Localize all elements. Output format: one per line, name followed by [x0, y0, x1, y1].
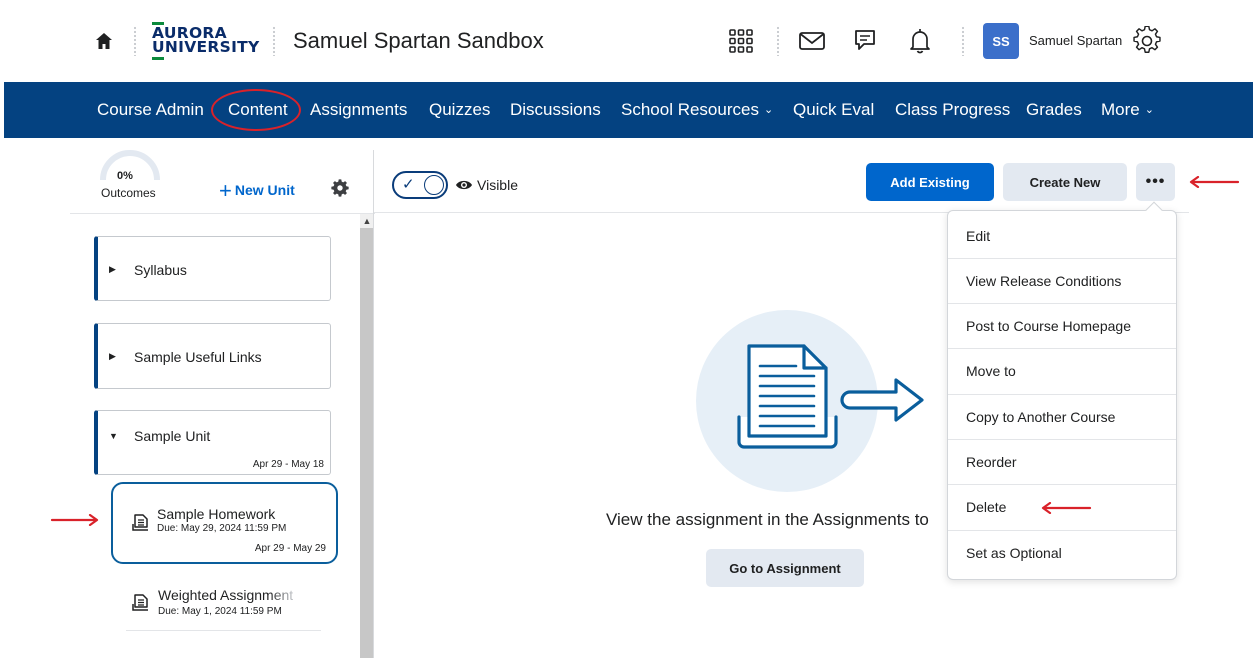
course-title[interactable]: Samuel Spartan Sandbox [293, 28, 544, 54]
document-icon [132, 594, 148, 611]
outcomes-label[interactable]: Outcomes [101, 186, 156, 200]
nav-course-admin[interactable]: Course Admin [97, 100, 204, 120]
plus-icon: + [219, 178, 232, 203]
list-divider [126, 630, 321, 631]
toggle-knob [424, 175, 444, 195]
add-existing-button[interactable]: Add Existing [866, 163, 994, 201]
nav-quick-eval[interactable]: Quick Eval [793, 100, 874, 120]
caret-down-icon[interactable]: ▼ [109, 431, 118, 441]
menu-item-reorder[interactable]: Reorder [948, 439, 1176, 484]
panel-divider [373, 150, 374, 658]
settings-gear-icon[interactable] [331, 179, 349, 197]
nav-grades[interactable]: Grades [1026, 100, 1082, 120]
nav-quizzes[interactable]: Quizzes [429, 100, 490, 120]
create-new-button[interactable]: Create New [1003, 163, 1127, 201]
scroll-up-arrow-icon[interactable]: ▲ [360, 214, 374, 228]
mail-icon[interactable] [797, 26, 827, 56]
menu-item-view-release-conditions[interactable]: View Release Conditions [948, 258, 1176, 303]
topic-title: Weighted Assignment [158, 587, 294, 603]
menu-item-edit[interactable]: Edit [948, 213, 1176, 258]
menu-item-post-to-course-homepage[interactable]: Post to Course Homepage [948, 303, 1176, 348]
unit-dates: Apr 29 - May 18 [252, 459, 324, 470]
caret-right-icon[interactable]: ▶ [109, 351, 116, 362]
topic-dates: Apr 29 - May 29 [254, 543, 326, 554]
home-icon[interactable] [94, 31, 114, 51]
empty-state-message: View the assignment in the Assignments t… [606, 510, 929, 529]
chat-icon[interactable] [850, 26, 880, 56]
logo-line2: UNIVERSITY [152, 38, 260, 56]
topic-title: Sample Homework [157, 506, 276, 522]
unit-syllabus[interactable]: ▶ Syllabus [94, 236, 331, 301]
chevron-down-icon: ⌄ [763, 104, 774, 116]
caret-right-icon[interactable]: ▶ [109, 264, 116, 275]
header-separator [962, 26, 964, 56]
gear-icon[interactable] [1132, 26, 1162, 56]
course-navbar: Course Admin Content Assignments Quizzes… [4, 82, 1253, 138]
header-separator [134, 26, 136, 56]
nav-school-resources[interactable]: School Resources ⌄ [621, 100, 773, 120]
top-header: AURORA UNIVERSITY Samuel Spartan Sandbox… [0, 0, 1253, 82]
checkmark-icon: ✓ [402, 176, 415, 193]
header-separator [777, 26, 779, 56]
new-unit-button[interactable]: + New Unit [219, 178, 295, 204]
menu-item-move-to[interactable]: Move to [948, 348, 1176, 393]
menu-item-set-as-optional[interactable]: Set as Optional [948, 530, 1176, 575]
annotation-arrow-left-icon [1189, 176, 1240, 188]
sidebar-scrollbar[interactable] [360, 214, 374, 658]
avatar[interactable]: SS [983, 23, 1019, 59]
unit-sample-useful-links[interactable]: ▶ Sample Useful Links [94, 323, 331, 389]
annotation-arrow-left-icon [1041, 502, 1092, 514]
go-to-assignment-button[interactable]: Go to Assignment [706, 549, 864, 587]
outcomes-percent: 0% [117, 170, 133, 182]
nav-discussions[interactable]: Discussions [510, 100, 601, 120]
topic-weighted-assignment[interactable]: Weighted Assignment Due: May 1, 2024 11:… [111, 578, 331, 626]
unit-title: Sample Useful Links [134, 349, 262, 365]
topic-due-date: Due: May 1, 2024 11:59 PM [158, 606, 282, 617]
more-options-menu: Edit View Release Conditions Post to Cou… [947, 201, 1177, 580]
nav-school-resources-label: School Resources [621, 100, 759, 119]
document-icon [132, 514, 148, 531]
nav-more[interactable]: More ⌄ [1101, 100, 1154, 120]
annotation-arrow-right-icon [50, 514, 99, 526]
topic-sample-homework[interactable]: Sample Homework Due: May 29, 2024 11:59 … [111, 482, 338, 564]
bell-icon[interactable] [905, 26, 935, 56]
header-separator [273, 26, 275, 56]
chevron-down-icon: ⌄ [1144, 104, 1154, 116]
topic-due-date: Due: May 29, 2024 11:59 PM [157, 523, 287, 534]
more-options-button[interactable]: ••• [1136, 163, 1175, 201]
assignment-illustration [696, 310, 924, 492]
unit-title: Sample Unit [134, 428, 211, 444]
menu-item-copy-to-another-course[interactable]: Copy to Another Course [948, 394, 1176, 439]
annotation-circle [211, 89, 301, 131]
nav-more-label: More [1101, 100, 1140, 119]
eye-icon [456, 180, 472, 190]
app-grid-icon[interactable] [726, 26, 756, 56]
new-unit-label: New Unit [234, 182, 295, 198]
visible-label: Visible [477, 177, 518, 193]
unit-title: Syllabus [134, 262, 187, 278]
university-logo[interactable]: AURORA UNIVERSITY [150, 22, 260, 62]
nav-assignments[interactable]: Assignments [310, 100, 407, 120]
user-name[interactable]: Samuel Spartan [1029, 33, 1122, 48]
nav-class-progress[interactable]: Class Progress [895, 100, 1010, 120]
sidebar-divider [70, 213, 375, 214]
logo-bar-bottom [152, 57, 164, 60]
unit-sample-unit[interactable]: ▼ Sample Unit Apr 29 - May 18 [94, 410, 331, 475]
visibility-toggle[interactable]: ✓ [392, 171, 448, 199]
